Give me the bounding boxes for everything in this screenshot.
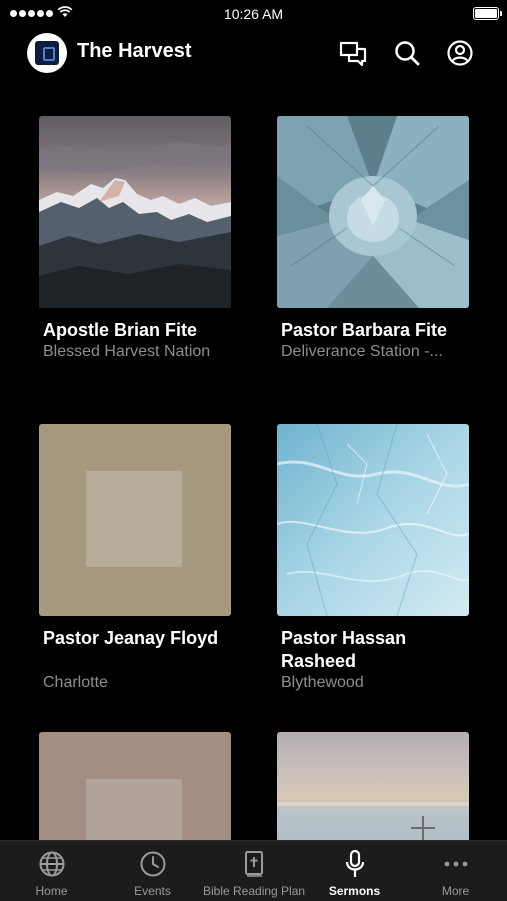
bottom-tab-bar: Home Events Bible Reading Plan Sermons M… xyxy=(0,840,507,901)
speaker-church: Blythewood xyxy=(281,674,364,691)
profile-icon[interactable] xyxy=(445,38,475,68)
speaker-name: Pastor Jeanay Floyd xyxy=(43,628,219,648)
clock-icon xyxy=(140,851,166,877)
tab-bible-reading-plan[interactable]: Bible Reading Plan xyxy=(203,841,306,901)
battery-icon xyxy=(473,7,502,20)
app-header: The Harvest xyxy=(0,28,507,78)
speaker-church: Blessed Harvest Nation xyxy=(43,343,211,360)
speaker-name: Pastor Barbara Fite xyxy=(281,320,448,340)
tab-label: Sermons xyxy=(328,884,381,898)
microphone-icon xyxy=(345,850,365,877)
speaker-name: Apostle Brian Fite xyxy=(43,320,198,340)
tab-more[interactable]: More xyxy=(405,841,506,901)
app-title: The Harvest xyxy=(77,40,192,62)
speaker-thumbnail xyxy=(277,116,469,308)
speaker-thumbnail xyxy=(39,116,231,308)
tab-label: Bible Reading Plan xyxy=(203,884,306,898)
speaker-name: Pastor Hassan Rasheed xyxy=(281,628,407,671)
church-logo[interactable] xyxy=(27,33,67,73)
speaker-thumbnail xyxy=(277,732,469,840)
more-dots-icon xyxy=(444,861,468,867)
status-bar: 10:26 AM xyxy=(0,0,507,28)
tab-label: More xyxy=(441,884,470,898)
speaker-thumbnail-placeholder xyxy=(39,732,231,840)
speaker-thumbnail-placeholder xyxy=(39,424,231,616)
speaker-thumbnail xyxy=(277,424,469,616)
tab-sermons[interactable]: Sermons xyxy=(304,841,405,901)
speaker-church: Charlotte xyxy=(43,674,108,691)
chat-icon[interactable] xyxy=(338,38,368,68)
globe-icon xyxy=(39,851,65,877)
sermon-speaker-grid[interactable]: Apostle Brian Fite Blessed Harvest Natio… xyxy=(0,78,507,840)
tab-label: Home xyxy=(35,884,68,898)
status-time: 10:26 AM xyxy=(223,6,284,22)
speaker-church: Deliverance Station -... xyxy=(281,343,443,360)
tab-label: Events xyxy=(134,884,171,898)
bible-icon xyxy=(245,851,263,877)
tab-events[interactable]: Events xyxy=(102,841,203,901)
search-icon[interactable] xyxy=(392,38,422,68)
tab-home[interactable]: Home xyxy=(1,841,102,901)
